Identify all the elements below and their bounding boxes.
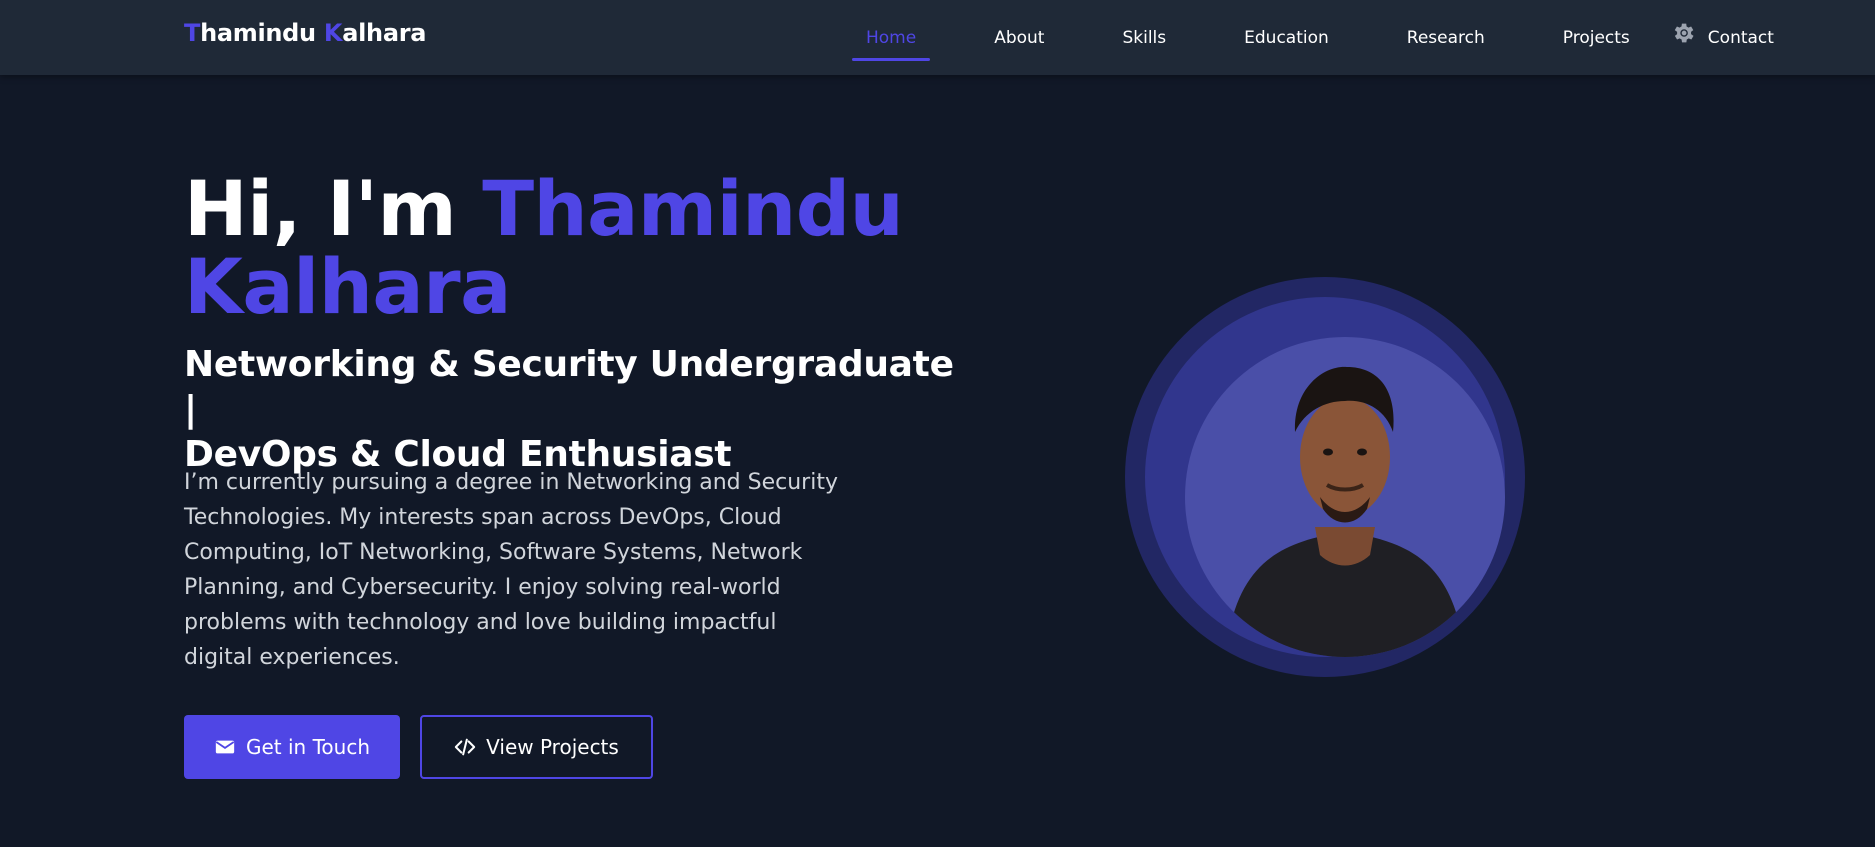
- hero-subtitle: Networking & Security Undergraduate | De…: [184, 342, 964, 477]
- logo-rest-first: hamindu: [200, 19, 324, 47]
- profile-photo: [1185, 337, 1505, 657]
- logo-initial-last: K: [323, 19, 343, 47]
- person-silhouette: [1225, 366, 1465, 657]
- hero-greeting: Hi, I'm: [184, 164, 483, 253]
- nav-link-education[interactable]: Education: [1230, 2, 1343, 74]
- hero-heading: Hi, I'm Thamindu Kalhara: [184, 170, 904, 326]
- hero-name-last: Kalhara: [184, 242, 511, 331]
- profile-avatar: [1125, 277, 1525, 677]
- get-in-touch-label: Get in Touch: [246, 735, 370, 759]
- avatar-ring: [1145, 297, 1505, 657]
- gear-icon: [1674, 23, 1694, 43]
- nav-link-research[interactable]: Research: [1393, 2, 1499, 74]
- code-icon: [454, 738, 476, 756]
- nav-link-projects[interactable]: Projects: [1549, 2, 1644, 74]
- envelope-icon: [215, 740, 235, 754]
- nav-link-about[interactable]: About: [980, 2, 1058, 74]
- view-projects-button[interactable]: View Projects: [420, 715, 653, 779]
- nav-link-contact[interactable]: Contact: [1694, 2, 1788, 74]
- get-in-touch-button[interactable]: Get in Touch: [184, 715, 400, 779]
- theme-toggle-button[interactable]: [1670, 20, 1696, 46]
- hero-description: I’m currently pursuing a degree in Netwo…: [184, 470, 838, 670]
- hero-subtitle-line1: Networking & Security Undergraduate |: [184, 344, 954, 430]
- nav-link-home[interactable]: Home: [852, 2, 931, 74]
- logo-rest-last: alhara: [342, 19, 427, 47]
- view-projects-label: View Projects: [486, 735, 619, 759]
- hero-name-first: Thamindu: [482, 164, 904, 253]
- nav-link-skills[interactable]: Skills: [1108, 2, 1180, 74]
- navbar: Thamindu Kalhara Home About Skills Educa…: [0, 0, 1875, 75]
- logo-initial-first: T: [184, 19, 201, 47]
- site-logo[interactable]: Thamindu Kalhara: [184, 19, 426, 47]
